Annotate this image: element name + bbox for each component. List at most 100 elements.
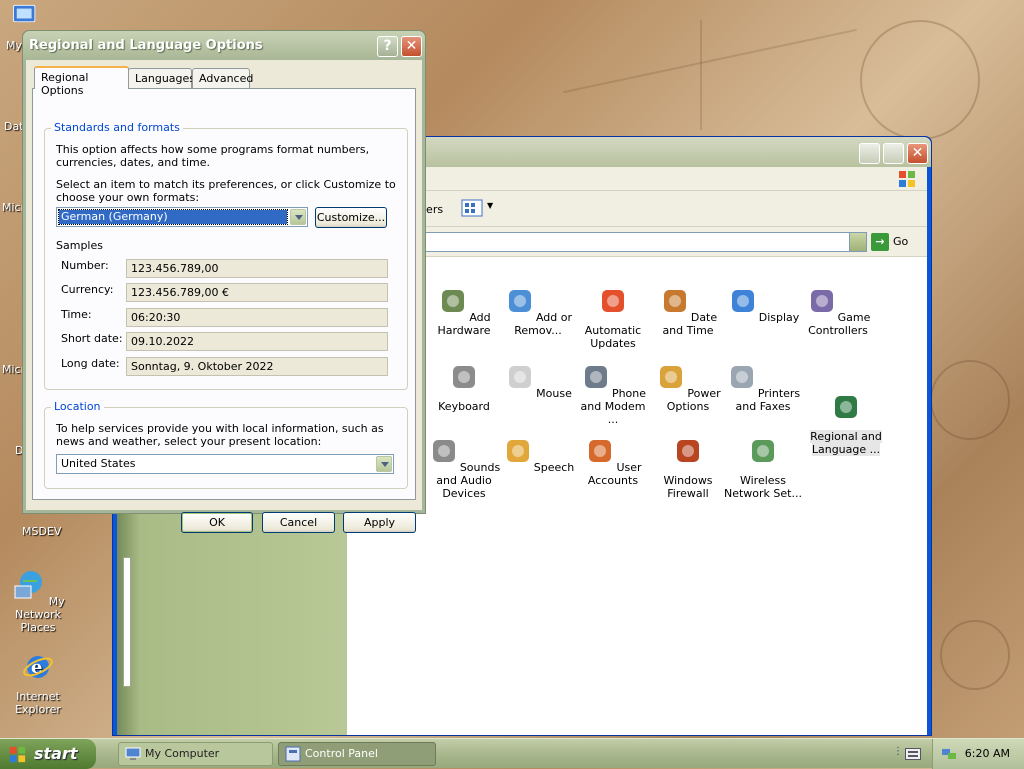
close-button[interactable]: ✕	[401, 36, 422, 57]
game-controllers-icon	[810, 290, 833, 312]
control-panel-item[interactable]: Game Controllers	[799, 285, 877, 337]
locale-selected-value: German (Germany)	[58, 209, 288, 225]
wallpaper-circle	[930, 360, 1010, 440]
control-panel-item[interactable]: Add or Remov...	[499, 285, 577, 337]
windows-firewall-icon	[677, 440, 699, 462]
regional-language-dialog[interactable]: Regional and Language Options ? ✕ Region…	[22, 30, 426, 533]
task-pane-scrollbar[interactable]	[123, 557, 131, 687]
dialog-body: Regional Options Languages Advanced Stan…	[26, 60, 422, 533]
keyboard-tray-icon[interactable]	[905, 748, 921, 760]
cancel-button[interactable]: Cancel	[262, 512, 335, 533]
control-panel-item[interactable]: Speech	[499, 435, 577, 474]
control-panel-item-label: Windows Firewall	[663, 474, 713, 500]
taskbar-button-my-computer[interactable]: My Computer	[118, 742, 273, 766]
wireless-network-icon	[752, 440, 774, 462]
wallpaper-line	[563, 28, 857, 94]
group-title: Location	[51, 400, 104, 413]
display-icon	[731, 290, 754, 312]
maximize-button[interactable]	[883, 143, 904, 164]
tab-advanced[interactable]: Advanced	[192, 68, 253, 88]
apply-button[interactable]: Apply	[343, 512, 416, 533]
standards-description: This option affects how some programs fo…	[56, 143, 370, 169]
mouse-icon	[509, 366, 532, 388]
control-panel-item[interactable]: Display	[724, 285, 802, 324]
control-panel-item[interactable]: Power Options	[649, 361, 727, 413]
help-button[interactable]: ?	[377, 36, 398, 57]
tab-regional-options[interactable]: Regional Options	[34, 66, 129, 97]
control-panel-item[interactable]: Date and Time	[649, 285, 727, 337]
add-hardware-icon	[442, 290, 465, 312]
desktop-icon-label[interactable]: Dat	[4, 120, 24, 133]
chevron-down-icon: ▼	[487, 201, 494, 210]
control-panel-item[interactable]: Mouse	[499, 361, 577, 400]
desktop-icon-internet-explorer[interactable]: e Internet Explorer	[0, 650, 76, 716]
wallpaper-circle	[940, 620, 1010, 690]
taskbar-button-control-panel[interactable]: Control Panel	[278, 742, 436, 766]
folders-button-label[interactable]: lers	[423, 203, 443, 216]
my-computer-icon	[125, 747, 141, 760]
control-panel-item[interactable]: Keyboard	[425, 361, 503, 413]
my-documents-icon	[13, 4, 36, 23]
desktop-icon-network-places[interactable]: My Network Places	[0, 568, 76, 634]
control-panel-item[interactable]: Automatic Updates	[574, 285, 652, 350]
power-options-icon	[660, 366, 683, 388]
control-panel-item[interactable]: Wireless Network Set...	[724, 435, 802, 500]
start-label: start	[34, 744, 78, 763]
sample-short-date: 09.10.2022	[126, 332, 388, 351]
network-tray-icon[interactable]	[941, 746, 957, 762]
sample-label-time: Time:	[61, 308, 92, 321]
samples-label: Samples	[56, 239, 103, 252]
location-description: To help services provide you with local …	[56, 422, 384, 448]
select-prompt: Select an item to match its preferences,…	[56, 178, 396, 204]
close-button[interactable]: ✕	[907, 143, 928, 164]
speech-icon	[506, 440, 529, 462]
control-panel-item[interactable]: Windows Firewall	[649, 435, 727, 500]
control-panel-item[interactable]: Sounds and Audio Devices	[425, 435, 503, 500]
dialog-titlebar[interactable]: Regional and Language Options ? ✕	[23, 31, 425, 60]
address-dropdown-button[interactable]	[849, 233, 866, 251]
sample-number: 123.456.789,00	[126, 259, 388, 278]
go-button[interactable]: → Go	[871, 233, 919, 251]
desktop-icon-label: My	[6, 39, 23, 52]
standards-formats-group: Standards and formats This option affect…	[44, 121, 408, 390]
control-panel-item-label: Speech	[533, 461, 575, 474]
regional-language-icon	[835, 396, 857, 418]
control-panel-item-label: Automatic Updates	[584, 324, 642, 350]
chevron-down-icon[interactable]	[290, 209, 306, 225]
control-panel-item-label: Regional and Language ...	[810, 430, 882, 456]
tab-languages[interactable]: Languages	[128, 68, 195, 88]
control-panel-item[interactable]: Add Hardware	[425, 285, 503, 337]
arrow-right-icon: →	[871, 233, 889, 251]
views-button[interactable]: ▼	[461, 199, 497, 219]
printers-faxes-icon	[730, 366, 753, 388]
minimize-button[interactable]	[859, 143, 880, 164]
locale-select[interactable]: German (Germany)	[56, 207, 308, 227]
control-panel-item-label: Mouse	[536, 387, 572, 400]
sample-time: 06:20:30	[126, 308, 388, 327]
clock[interactable]: 6:20 AM	[965, 747, 1010, 760]
taskbar-grip: ⋮	[893, 746, 903, 757]
customize-button[interactable]: Customize...	[315, 207, 387, 228]
control-panel-item[interactable]: Regional and Language ...	[807, 391, 885, 456]
views-icon	[461, 199, 483, 217]
automatic-updates-icon	[602, 290, 624, 312]
control-panel-item-label: Wireless Network Set...	[724, 474, 802, 500]
control-panel-items: Add Hardware Add or Remov... Automatic Upd…	[347, 257, 927, 735]
control-panel-item[interactable]: Printers and Faxes	[724, 361, 802, 413]
dialog-title: Regional and Language Options	[29, 38, 263, 53]
user-accounts-icon	[589, 440, 612, 462]
location-select[interactable]: United States	[56, 454, 394, 474]
control-panel-item[interactable]: User Accounts	[574, 435, 652, 487]
chevron-down-icon[interactable]	[376, 456, 392, 472]
start-button[interactable]: start	[0, 739, 96, 769]
windows-logo-icon	[9, 746, 26, 763]
desktop-icon-label: Internet Explorer	[15, 690, 61, 716]
desktop-icon-label[interactable]: MSDEV	[22, 525, 61, 538]
control-panel-icon	[285, 746, 301, 762]
sample-long-date: Sonntag, 9. Oktober 2022	[126, 357, 388, 376]
control-panel-item[interactable]: Phone and Modem ...	[574, 361, 652, 426]
internet-explorer-icon: e	[23, 656, 53, 678]
windows-logo-icon	[899, 171, 915, 187]
date-time-icon	[663, 290, 686, 312]
ok-button[interactable]: OK	[181, 512, 253, 533]
